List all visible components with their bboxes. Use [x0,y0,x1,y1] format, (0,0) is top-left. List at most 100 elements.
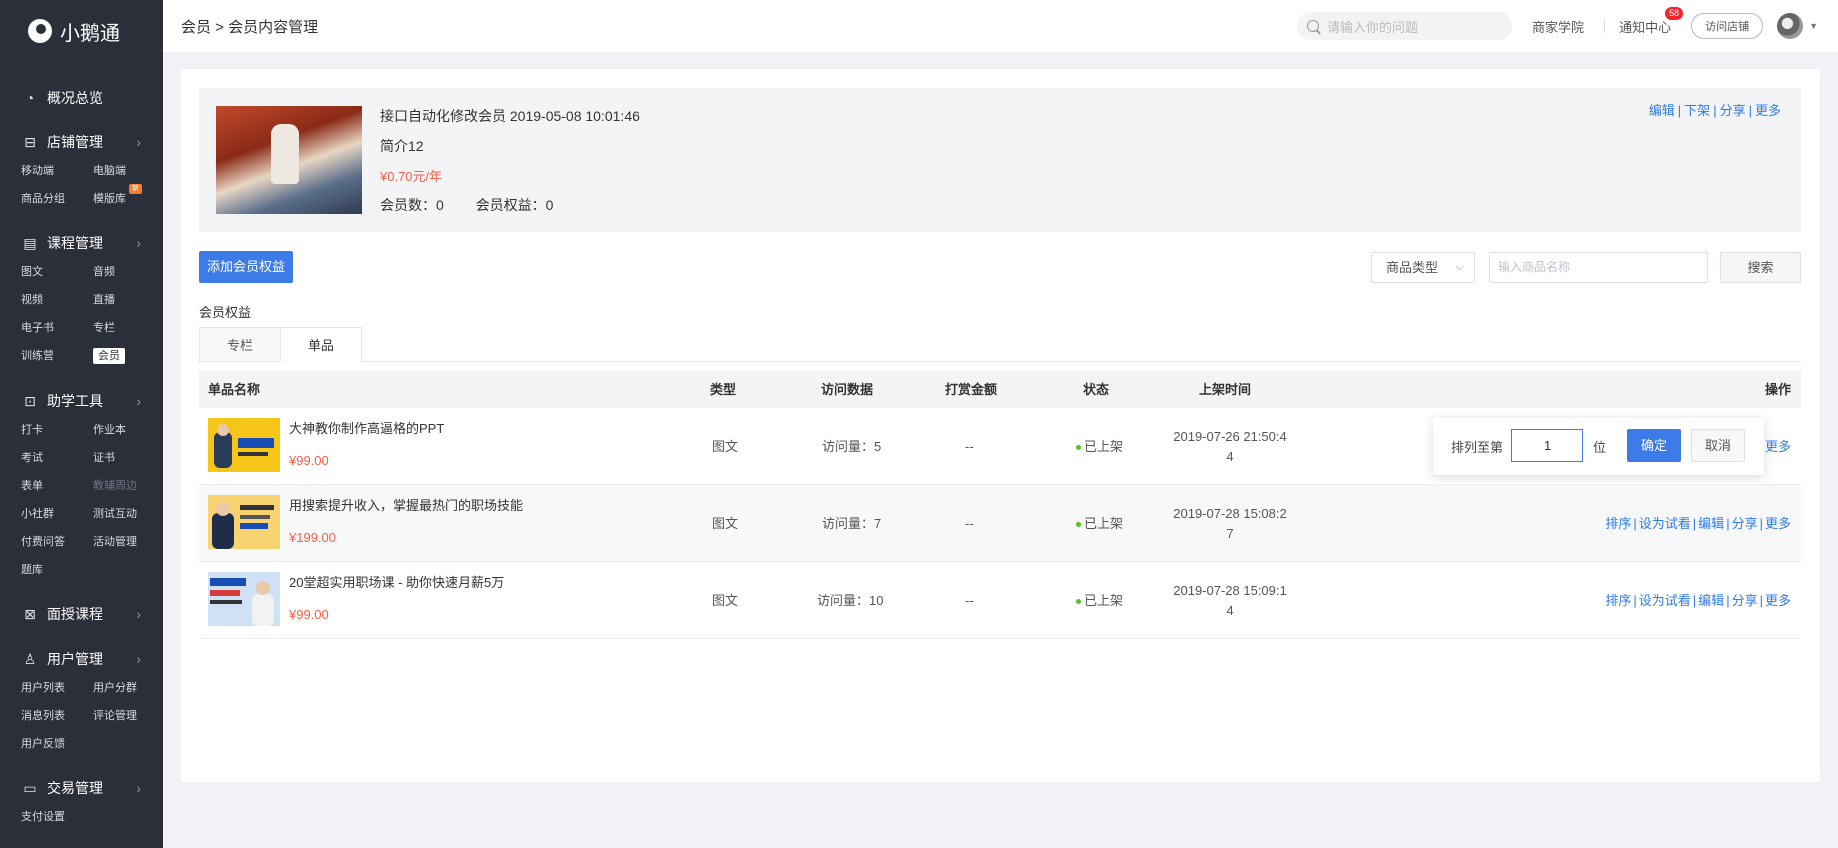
row-actions: 更多 [1765,408,1791,485]
row-actions: 排序 | 设为试看 | 编辑 | 分享 | 更多 [1605,593,1791,608]
sidebar-item-article[interactable]: 图文 [21,263,93,282]
publish-time: 2019-07-28 15:09:1 4 [1173,583,1287,618]
more-link[interactable]: 更多 [1765,439,1791,454]
member-share-link[interactable]: 分享 [1720,103,1746,118]
book-icon: ▤ [23,234,37,251]
status-dot-icon [1076,522,1081,528]
sidebar-item-certificate[interactable]: 证书 [93,449,165,468]
sidebar-item-payment-settings[interactable]: 支付设置 [21,808,93,827]
member-cover-image [216,106,362,214]
product-reward: -- [965,516,974,531]
nav-trade[interactable]: ▭ 交易管理 › [0,774,163,802]
search-button[interactable]: 搜索 [1720,252,1801,283]
tab-column[interactable]: 专栏 [199,327,281,362]
sidebar-item-camp[interactable]: 训练营 [21,347,93,366]
more-link[interactable]: 更多 [1765,593,1791,608]
chevron-right-icon: › [136,606,141,622]
sidebar-item-homework[interactable]: 作业本 [93,421,165,440]
sidebar-item-checkin[interactable]: 打卡 [21,421,93,440]
sort-position-input[interactable]: 1 [1511,429,1583,462]
breadcrumb[interactable]: 会员 > 会员内容管理 [181,16,318,37]
confirm-button[interactable]: 确定 [1627,429,1681,462]
set-trial-link[interactable]: 设为试看 [1639,516,1691,531]
cancel-button[interactable]: 取消 [1691,429,1745,462]
sidebar-item-activity[interactable]: 活动管理 [93,533,165,552]
member-stats: 会员数：0 会员权益：0 [380,195,553,215]
share-link[interactable]: 分享 [1732,593,1758,608]
sort-unit: 位 [1593,440,1607,455]
nav-tools[interactable]: ⊡ 助学工具 › [0,387,163,415]
sidebar-item-video[interactable]: 视频 [21,291,93,310]
member-summary-card: 接口自动化修改会员 2019-05-08 10:01:46 简介12 ¥0.70… [199,88,1801,232]
sidebar-item-quiz[interactable]: 测试互动 [93,505,165,524]
product-title[interactable]: 用搜索提升收入，掌握最热门的职场技能 [289,495,523,514]
product-thumbnail [208,572,280,626]
sidebar-item-exam[interactable]: 考试 [21,449,93,468]
sidebar-item-templates[interactable]: 模版库新 [93,184,165,209]
sidebar-item-messages[interactable]: 消息列表 [21,707,93,726]
member-offshelf-link[interactable]: 下架 [1684,103,1710,118]
sort-link[interactable]: 排序 [1605,516,1631,531]
nav-users[interactable]: ♙ 用户管理 › [0,645,163,673]
nav-overview[interactable]: ◔ 概况总览 [0,84,163,112]
avatar[interactable] [1777,13,1804,39]
sidebar-item-comments[interactable]: 评论管理 [93,707,165,726]
product-type-select[interactable]: 商品类型 ⌵ [1371,252,1475,283]
visit-store-button[interactable]: 访问店铺 [1691,13,1764,39]
sidebar-item-member[interactable]: 会员 [93,347,165,366]
sidebar-item-paid-qa[interactable]: 付费问答 [21,533,93,552]
product-title[interactable]: 大神教你制作高逼格的PPT [289,418,444,437]
nav-offline[interactable]: ⊠ 面授课程 › [0,600,163,628]
product-thumbnail [208,495,280,549]
app-logo[interactable]: 小鹅通 [0,0,163,62]
sidebar-item-audio[interactable]: 音频 [93,263,165,282]
edit-link[interactable]: 编辑 [1698,593,1724,608]
sidebar-item-question-bank[interactable]: 题库 [21,561,93,580]
sidebar-item-form[interactable]: 表单 [21,477,93,496]
rights-count: 会员权益：0 [475,197,554,213]
nav-group-offline: ⊠ 面授课程 › [0,600,163,628]
member-price: ¥0.70元/年 [380,169,443,184]
academy-link[interactable]: 商家学院 [1532,17,1584,36]
help-search-input[interactable]: 请输入你的问题 [1297,12,1513,40]
caret-down-icon[interactable]: ▼ [1809,21,1818,31]
set-trial-link[interactable]: 设为试看 [1639,593,1691,608]
sidebar-item-materials[interactable]: 教辅周边 [93,477,165,496]
col-status: 状态 [1083,382,1110,397]
product-type: 图文 [712,516,739,531]
notice-link[interactable]: 通知中心 58 [1619,6,1684,36]
product-title[interactable]: 20堂超实用职场课 - 助你快速月薪5万 [289,572,504,591]
sidebar-item-column[interactable]: 专栏 [93,319,165,338]
sidebar-item-ebook[interactable]: 电子书 [21,319,93,338]
tab-single[interactable]: 单品 [280,327,362,362]
sidebar-item-community[interactable]: 小社群 [21,505,93,524]
member-more-link[interactable]: 更多 [1755,103,1781,118]
add-member-right-button[interactable]: 添加会员权益 [199,251,294,283]
member-edit-link[interactable]: 编辑 [1649,103,1675,118]
sidebar-item-product-group[interactable]: 商品分组 [21,190,93,209]
member-actions: 编辑 | 下架 | 分享 | 更多 [1648,103,1781,118]
sidebar-item-feedback[interactable]: 用户反馈 [21,735,93,754]
sidebar-item-live[interactable]: 直播 [93,291,165,310]
status-badge: 已上架 [1076,562,1123,639]
edit-link[interactable]: 编辑 [1698,516,1724,531]
pie-chart-icon: ◔ [25,90,35,106]
nav-course[interactable]: ▤ 课程管理 › [0,229,163,257]
chevron-right-icon: › [136,235,141,251]
scrollbar[interactable] [1820,52,1838,848]
share-link[interactable]: 分享 [1732,516,1758,531]
search-icon [1307,20,1320,32]
sidebar-item-pc[interactable]: 电脑端 [93,162,165,181]
col-ops: 操作 [1764,382,1791,397]
product-visits: 访问量：5 [822,439,882,454]
sidebar-item-user-segments[interactable]: 用户分群 [93,679,165,698]
sort-label: 排列至第 [1451,440,1504,455]
product-name-input[interactable]: 输入商品名称 [1489,252,1708,283]
nav-store[interactable]: ⊟ 店铺管理 › [0,128,163,156]
more-link[interactable]: 更多 [1765,516,1791,531]
sort-link[interactable]: 排序 [1605,593,1631,608]
member-title: 接口自动化修改会员 2019-05-08 10:01:46 [380,108,640,124]
sidebar-item-user-list[interactable]: 用户列表 [21,679,93,698]
sidebar-item-mobile[interactable]: 移动端 [21,162,93,181]
toolbox-icon: ⊡ [24,392,36,409]
